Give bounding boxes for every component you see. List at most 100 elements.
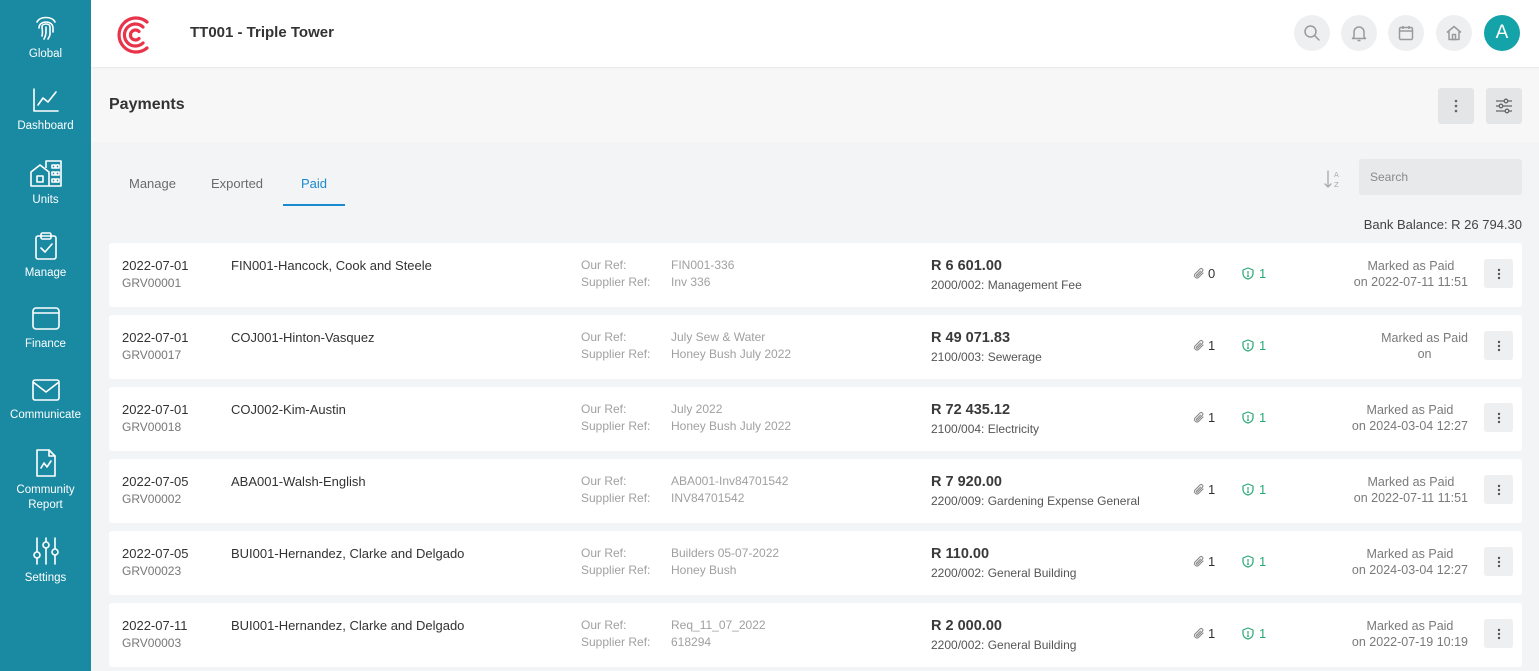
notifications-button[interactable] <box>1341 15 1377 51</box>
paperclip-icon <box>1193 412 1204 423</box>
attachments-count[interactable]: 1 <box>1193 482 1215 497</box>
our-ref-label: Our Ref: <box>581 258 627 272</box>
payment-row[interactable]: 2022-07-05 GRV00023 BUI001-Hernandez, Cl… <box>109 531 1522 595</box>
search-icon <box>1304 25 1320 41</box>
attachments-value: 1 <box>1208 410 1216 425</box>
attachments-count[interactable]: 1 <box>1193 338 1215 353</box>
svg-text:A: A <box>1334 171 1339 179</box>
approvals-count[interactable]: 1 <box>1242 266 1266 281</box>
attachments-count[interactable]: 1 <box>1193 410 1215 425</box>
svg-text:Z: Z <box>1334 181 1339 189</box>
account-code: 2200/002: General Building <box>931 638 1077 652</box>
supplier-ref-label: Supplier Ref: <box>581 491 651 505</box>
company-logo[interactable] <box>113 12 157 58</box>
our-ref-label: Our Ref: <box>581 546 627 560</box>
sidebar-item-label: Finance <box>25 338 66 350</box>
tab-manage[interactable]: Manage <box>129 176 176 191</box>
kebab-menu-icon <box>1497 268 1500 279</box>
our-ref-value: Builders 05-07-2022 <box>671 546 780 560</box>
attachments-value: 1 <box>1208 338 1216 353</box>
sidebar-item-global[interactable]: Global <box>0 12 91 62</box>
kebab-menu-icon <box>1497 628 1500 639</box>
sidebar-item-manage[interactable]: Manage <box>0 231 91 281</box>
our-ref-value: ABA001-Inv84701542 <box>671 474 789 488</box>
our-ref-label: Our Ref: <box>581 402 627 416</box>
approvals-count[interactable]: 1 <box>1242 338 1266 353</box>
row-menu-button[interactable] <box>1484 403 1513 432</box>
grv-number: GRV00002 <box>122 492 182 506</box>
sidebar-item-label: Settings <box>24 572 67 584</box>
buildings-icon <box>29 160 62 187</box>
sidebar-item-label: Community Report <box>16 484 75 511</box>
payment-date: 2022-07-01 <box>122 402 189 417</box>
status-line: Marked as Paid <box>1367 259 1455 273</box>
status-line: Marked as Paid <box>1366 619 1454 633</box>
our-ref-label: Our Ref: <box>581 618 627 632</box>
paid-status: Marked as Paid on <box>1381 330 1468 362</box>
payment-row[interactable]: 2022-07-01 GRV00017 COJ001-Hinton-Vasque… <box>109 315 1522 379</box>
shield-check-icon <box>1242 483 1254 496</box>
page-title: Payments <box>109 96 185 113</box>
paperclip-icon <box>1193 628 1204 639</box>
our-ref-value: Req_11_07_2022 <box>671 618 766 632</box>
attachments-count[interactable]: 0 <box>1193 266 1215 281</box>
status-date: on <box>1417 347 1432 361</box>
status-line: Marked as Paid <box>1381 331 1468 345</box>
sidebar-item-finance[interactable]: Finance <box>0 304 91 352</box>
row-menu-button[interactable] <box>1484 259 1513 288</box>
supplier-ref-value: Honey Bush July 2022 <box>671 419 792 433</box>
sidebar-item-settings[interactable]: Settings <box>0 536 91 586</box>
payment-row[interactable]: 2022-07-01 GRV00001 FIN001-Hancock, Cook… <box>109 243 1522 307</box>
calendar-button[interactable] <box>1388 15 1424 51</box>
supplier-ref-label: Supplier Ref: <box>581 635 651 649</box>
grv-number: GRV00018 <box>122 420 182 434</box>
our-ref-value: July 2022 <box>671 402 723 416</box>
payment-row[interactable]: 2022-07-01 GRV00018 COJ002-Kim-Austin Ou… <box>109 387 1522 451</box>
attachments-value: 1 <box>1208 482 1216 497</box>
shield-check-icon <box>1242 555 1254 568</box>
approvals-count[interactable]: 1 <box>1242 554 1266 569</box>
attachments-count[interactable]: 1 <box>1193 626 1215 641</box>
supplier-ref-value: INV84701542 <box>671 491 745 505</box>
supplier-ref-value: Honey Bush <box>671 563 737 577</box>
approvals-count[interactable]: 1 <box>1242 482 1266 497</box>
sidebar-item-community-report[interactable]: Community Report <box>0 448 91 513</box>
supplier-name: BUI001-Hernandez, Clarke and Delgado <box>231 546 465 561</box>
approvals-value: 1 <box>1259 626 1267 641</box>
sidebar-item-units[interactable]: Units <box>0 158 91 208</box>
shield-check-icon <box>1242 339 1254 352</box>
attachments-value: 1 <box>1208 626 1216 641</box>
main-content: Manage Exported Paid A Z Bank Balance: R… <box>91 142 1539 671</box>
tab-exported[interactable]: Exported <box>211 176 263 191</box>
filter-settings-button[interactable] <box>1486 88 1522 124</box>
payment-row[interactable]: 2022-07-05 GRV00002 ABA001-Walsh-English… <box>109 459 1522 523</box>
row-menu-button[interactable] <box>1484 331 1513 360</box>
home-button[interactable] <box>1436 15 1472 51</box>
row-menu-button[interactable] <box>1484 619 1513 648</box>
approvals-value: 1 <box>1259 338 1267 353</box>
approvals-count[interactable]: 1 <box>1242 410 1266 425</box>
payment-row[interactable]: 2022-07-11 GRV00003 BUI001-Hernandez, Cl… <box>109 603 1522 667</box>
sort-alpha-icon[interactable]: A Z <box>1323 168 1345 190</box>
wallet-icon <box>31 307 60 330</box>
approvals-count[interactable]: 1 <box>1242 626 1266 641</box>
line-chart-icon <box>32 88 59 112</box>
kebab-menu-icon <box>1497 556 1500 567</box>
sidebar: Global Dashboard Units Manage Finance Co… <box>0 0 91 671</box>
paid-status: Marked as Paid on 2022-07-11 11:51 <box>1354 474 1468 506</box>
row-menu-button[interactable] <box>1484 475 1513 504</box>
kebab-menu-icon <box>1497 340 1500 351</box>
sidebar-item-communicate[interactable]: Communicate <box>0 377 91 423</box>
user-avatar[interactable]: A <box>1484 15 1520 51</box>
grv-number: GRV00023 <box>122 564 182 578</box>
search-button[interactable] <box>1294 15 1330 51</box>
sidebar-item-dashboard[interactable]: Dashboard <box>0 86 91 134</box>
more-options-button[interactable] <box>1438 88 1474 124</box>
row-menu-button[interactable] <box>1484 547 1513 576</box>
tab-paid[interactable]: Paid <box>301 176 327 191</box>
search-input[interactable] <box>1359 159 1522 195</box>
grv-number: GRV00001 <box>122 276 182 290</box>
paid-status: Marked as Paid on 2022-07-11 11:51 <box>1354 258 1468 290</box>
attachments-count[interactable]: 1 <box>1193 554 1215 569</box>
topbar: TT001 - Triple Tower A <box>91 0 1539 68</box>
